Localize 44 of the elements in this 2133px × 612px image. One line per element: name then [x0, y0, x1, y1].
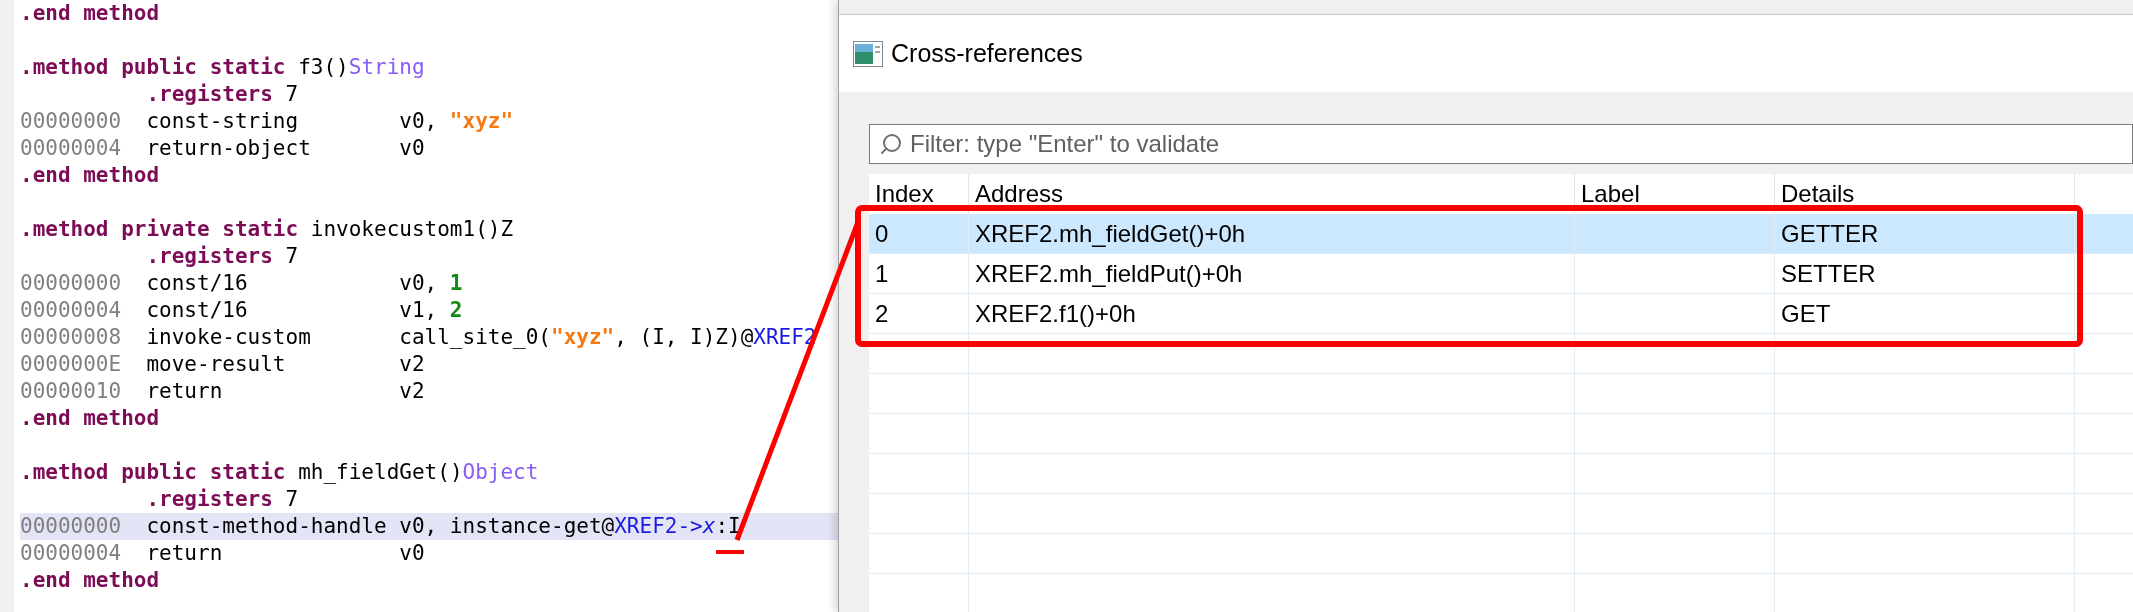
- table-cell: 2: [869, 294, 969, 333]
- code-text: .end method: [20, 0, 160, 27]
- code-text: .registers 7: [146, 485, 299, 513]
- dialog-title: Cross-references: [891, 37, 1083, 69]
- code-text: move-result v2: [146, 350, 425, 378]
- code-text: .registers 7: [146, 80, 299, 108]
- app-icon: [853, 40, 883, 67]
- annotation-underline: [716, 550, 744, 554]
- table-row[interactable]: 2 XREF2.f1()+0h GET: [869, 294, 2133, 334]
- code-text: .method public static f3()String: [20, 53, 425, 81]
- instruction-address: 00000004: [20, 134, 123, 162]
- code-text: return-object v0: [146, 134, 425, 162]
- code-text: .end method: [20, 161, 160, 189]
- table-row[interactable]: 1 XREF2.mh_fieldPut()+0h SETTER: [869, 254, 2133, 294]
- table-cell: XREF2.f1()+0h: [969, 294, 1575, 333]
- code-text: .registers 7: [146, 242, 299, 270]
- instruction-address: 00000000: [20, 107, 123, 135]
- code-text: return v0: [146, 539, 425, 567]
- instruction-address: 00000000: [20, 269, 123, 297]
- table-cell: GETTER: [1775, 214, 2075, 253]
- table-cell: SETTER: [1775, 254, 2075, 293]
- code-text: return v2: [146, 377, 425, 405]
- code-text: const/16 v0, 1: [146, 269, 463, 297]
- table-cell: XREF2.mh_fieldGet()+0h: [969, 214, 1575, 253]
- filter-field[interactable]: Filter: type "Enter" to validate: [869, 124, 2133, 164]
- code-text: .method private static invokecustom1()Z: [20, 215, 514, 243]
- instruction-address: 00000004: [20, 539, 123, 567]
- table-row[interactable]: 0 XREF2.mh_fieldGet()+0h GETTER: [869, 214, 2133, 254]
- code-text: const-string v0, "xyz": [146, 107, 514, 135]
- code-text: const-method-handle v0, instance-get@XREF2->x:I: [146, 512, 741, 540]
- table-cell: XREF2.mh_fieldPut()+0h: [969, 254, 1575, 293]
- instruction-address: 00000008: [20, 323, 123, 351]
- table-cell: 1: [869, 254, 969, 293]
- table-cell: GET: [1775, 294, 2075, 333]
- instruction-address: 00000004: [20, 296, 123, 324]
- instruction-address: 00000000: [20, 512, 123, 540]
- instruction-address: 0000000E: [20, 350, 123, 378]
- search-icon: [879, 132, 903, 156]
- table-cell: 0: [869, 214, 969, 253]
- code-text: .method public static mh_fieldGet()Object: [20, 458, 539, 486]
- instruction-address: 00000010: [20, 377, 123, 405]
- code-text: const/16 v1, 2: [146, 296, 463, 324]
- code-text: .end method: [20, 404, 160, 432]
- code-text: .end method: [20, 566, 160, 594]
